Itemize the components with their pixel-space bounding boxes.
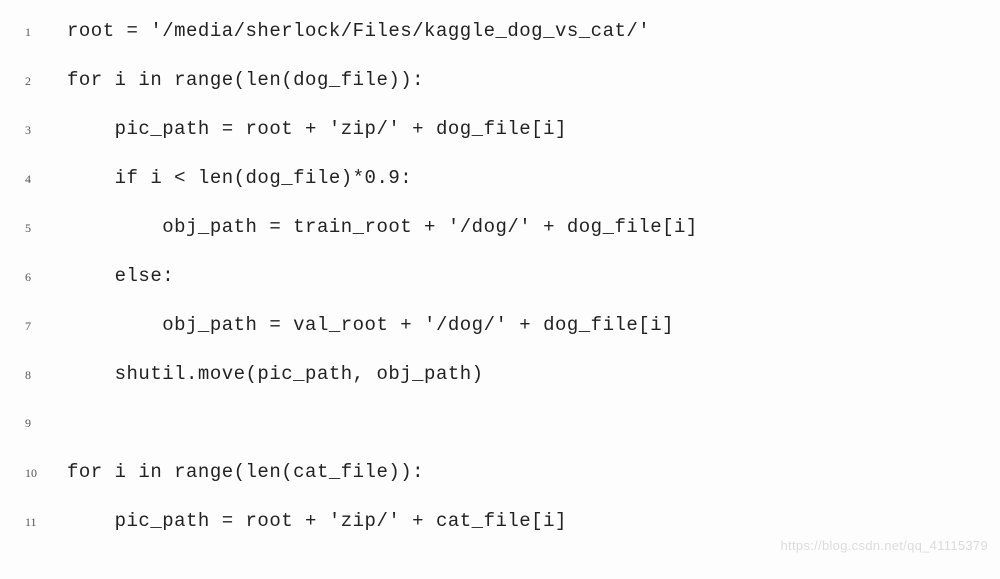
code-line: 11 pic_path = root + 'zip/' + cat_file[i… — [25, 510, 975, 534]
code-line: 6 else: — [25, 265, 975, 289]
code-line: 5 obj_path = train_root + '/dog/' + dog_… — [25, 216, 975, 240]
code-line: 2 for i in range(len(dog_file)): — [25, 69, 975, 93]
code-text: obj_path = val_root + '/dog/' + dog_file… — [67, 314, 674, 336]
code-line: 3 pic_path = root + 'zip/' + dog_file[i] — [25, 118, 975, 142]
line-number: 10 — [25, 462, 51, 481]
code-text: shutil.move(pic_path, obj_path) — [67, 363, 484, 385]
code-text: for i in range(len(cat_file)): — [67, 461, 424, 483]
code-text: for i in range(len(dog_file)): — [67, 69, 424, 91]
code-line: 4 if i < len(dog_file)*0.9: — [25, 167, 975, 191]
code-line: 1 root = '/media/sherlock/Files/kaggle_d… — [25, 20, 975, 44]
line-number: 2 — [25, 70, 51, 89]
code-line: 8 shutil.move(pic_path, obj_path) — [25, 363, 975, 387]
code-text: if i < len(dog_file)*0.9: — [67, 167, 412, 189]
line-number: 7 — [25, 315, 51, 334]
line-number: 8 — [25, 364, 51, 383]
code-line: 7 obj_path = val_root + '/dog/' + dog_fi… — [25, 314, 975, 338]
line-number: 3 — [25, 119, 51, 138]
code-text: pic_path = root + 'zip/' + dog_file[i] — [67, 118, 567, 140]
code-text: else: — [67, 265, 174, 287]
watermark-text: https://blog.csdn.net/qq_41115379 — [781, 538, 988, 553]
line-number: 1 — [25, 21, 51, 40]
line-number: 4 — [25, 168, 51, 187]
line-number: 6 — [25, 266, 51, 285]
line-number: 5 — [25, 217, 51, 236]
code-block: 1 root = '/media/sherlock/Files/kaggle_d… — [0, 0, 1000, 579]
code-text: root = '/media/sherlock/Files/kaggle_dog… — [67, 20, 650, 42]
code-line: 10 for i in range(len(cat_file)): — [25, 461, 975, 485]
code-text: obj_path = train_root + '/dog/' + dog_fi… — [67, 216, 698, 238]
line-number: 9 — [25, 412, 51, 431]
line-number: 11 — [25, 511, 51, 530]
code-text: pic_path = root + 'zip/' + cat_file[i] — [67, 510, 567, 532]
code-line: 9 — [25, 412, 975, 436]
